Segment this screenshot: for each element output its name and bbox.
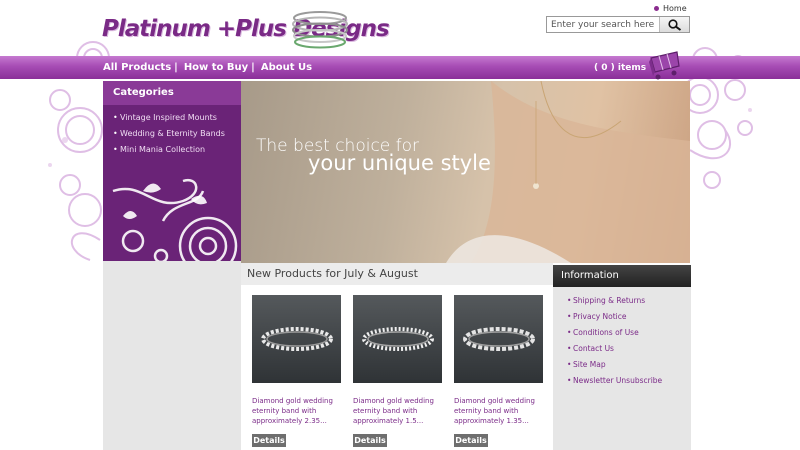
nav-separator: | [251, 62, 255, 73]
info-link-privacy[interactable]: Privacy Notice [553, 309, 691, 325]
rings-logo-icon [292, 11, 348, 49]
home-link[interactable]: Home [654, 4, 687, 13]
category-item[interactable]: Mini Mania Collection [103, 141, 241, 157]
ring-image-icon [361, 327, 434, 351]
nav-all-products[interactable]: All Products [103, 62, 171, 73]
nav-how-to-buy[interactable]: How to Buy [184, 62, 248, 73]
home-link-label: Home [663, 4, 687, 13]
information-title: Information [553, 265, 691, 287]
details-button[interactable]: Details [454, 434, 488, 447]
information-panel: Information Shipping & Returns Privacy N… [553, 265, 691, 450]
floral-decoration [112, 178, 238, 261]
categories-title: Categories [103, 81, 241, 105]
product-card: Diamond gold wedding eternity band with … [252, 295, 341, 447]
categories-list: Vintage Inspired Mounts Wedding & Eterni… [103, 105, 241, 157]
info-link-sitemap[interactable]: Site Map [553, 357, 691, 373]
categories-panel: Categories Vintage Inspired Mounts Weddi… [103, 81, 241, 261]
nav-about-us[interactable]: About Us [261, 62, 312, 73]
new-products-section: New Products for July & August Diamond g… [241, 263, 553, 450]
bullet-icon [654, 6, 659, 11]
left-column-background [103, 261, 241, 450]
product-image[interactable] [252, 295, 341, 383]
product-name[interactable]: Diamond gold wedding eternity band with … [454, 396, 543, 426]
details-button[interactable]: Details [353, 434, 387, 447]
product-card: Diamond gold wedding eternity band with … [353, 295, 442, 447]
search-button[interactable] [659, 17, 689, 32]
search-input[interactable] [547, 17, 659, 32]
info-link-conditions[interactable]: Conditions of Use [553, 325, 691, 341]
nav-separator: | [174, 62, 178, 73]
ring-image-icon [260, 327, 333, 351]
category-item[interactable]: Wedding & Eternity Bands [103, 125, 241, 141]
banner-headline-line2: your unique style [308, 151, 491, 175]
details-button[interactable]: Details [252, 434, 286, 447]
product-card: Diamond gold wedding eternity band with … [454, 295, 543, 447]
info-link-contact[interactable]: Contact Us [553, 341, 691, 357]
main-nav: All Products | How to Buy | About Us [103, 56, 312, 79]
product-name[interactable]: Diamond gold wedding eternity band with … [353, 396, 442, 426]
information-list: Shipping & Returns Privacy Notice Condit… [553, 287, 691, 389]
hero-banner[interactable]: The best choice for your unique style [241, 81, 690, 263]
product-image[interactable] [353, 295, 442, 383]
shopping-cart-icon[interactable] [647, 46, 683, 80]
cart-count[interactable]: ( 0 ) items [594, 56, 646, 79]
search-icon [667, 18, 681, 31]
product-image[interactable] [454, 295, 543, 383]
info-link-newsletter-unsubscribe[interactable]: Newsletter Unsubscribe [553, 373, 691, 389]
product-name[interactable]: Diamond gold wedding eternity band with … [252, 396, 341, 426]
search-box [546, 16, 690, 33]
info-link-shipping[interactable]: Shipping & Returns [553, 293, 691, 309]
category-item[interactable]: Vintage Inspired Mounts [103, 109, 241, 125]
ring-image-icon [462, 327, 535, 351]
site-logo[interactable]: Platinum +Plus Designs [102, 6, 390, 52]
new-products-title: New Products for July & August [241, 263, 553, 285]
